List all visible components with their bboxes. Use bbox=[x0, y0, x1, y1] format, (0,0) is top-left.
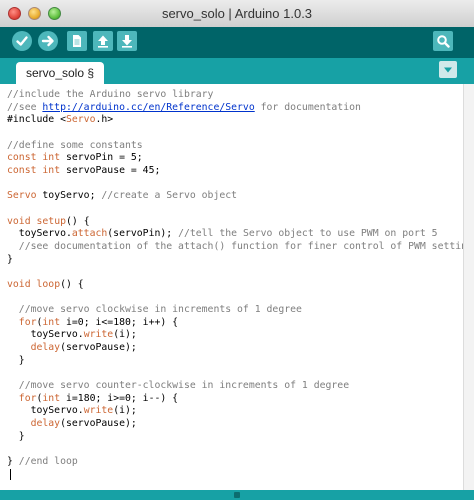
checkmark-icon bbox=[16, 36, 28, 46]
code-line: for(int i=180; i>=0; i--) { bbox=[18, 392, 179, 404]
code-line: } bbox=[7, 354, 25, 366]
code-line: #include <Servo.h> bbox=[7, 114, 114, 126]
tab-bar: servo_solo § bbox=[0, 58, 474, 84]
code-line: const int servoPin = 5; bbox=[7, 152, 143, 164]
window-title: servo_solo | Arduino 1.0.3 bbox=[161, 6, 313, 21]
code-editor[interactable]: //include the Arduino servo library //se… bbox=[0, 84, 463, 490]
code-line: } bbox=[7, 430, 25, 442]
code-line: toyServo.write(i); bbox=[7, 405, 137, 417]
code-text: //include the Arduino servo library //se… bbox=[7, 89, 463, 469]
code-line: for(int i=0; i<=180; i++) { bbox=[18, 316, 179, 328]
editor-scrollbar[interactable] bbox=[463, 84, 474, 490]
code-line: //move servo clockwise in increments of … bbox=[18, 304, 302, 316]
serial-monitor-button[interactable] bbox=[433, 31, 453, 51]
code-line: delay(servoPause); bbox=[30, 342, 137, 354]
open-arrow-up-icon bbox=[98, 35, 108, 48]
code-line: const int servoPause = 45; bbox=[7, 164, 161, 176]
code-line: } bbox=[7, 253, 13, 265]
serial-monitor-search-icon bbox=[437, 35, 450, 48]
chevron-down-icon bbox=[444, 67, 452, 72]
code-line: } //end loop bbox=[7, 456, 78, 468]
code-line: void loop() { bbox=[7, 278, 84, 290]
arduino-ide-window: servo_solo | Arduino 1.0.3 servo_solo § … bbox=[0, 0, 474, 500]
code-line: void setup() { bbox=[7, 215, 90, 227]
code-line: //include the Arduino servo library bbox=[7, 89, 214, 100]
code-line: toyServo.write(i); bbox=[7, 329, 137, 341]
toolbar bbox=[0, 27, 474, 58]
arrow-right-icon bbox=[41, 35, 54, 47]
save-sketch-button[interactable] bbox=[117, 31, 137, 51]
code-line: delay(servoPause); bbox=[30, 418, 137, 430]
tab-menu-button[interactable] bbox=[439, 61, 457, 78]
save-arrow-down-icon bbox=[122, 35, 132, 48]
tab-servo-solo[interactable]: servo_solo § bbox=[16, 62, 104, 84]
code-line: Servo toyServo; //create a Servo object bbox=[7, 190, 238, 202]
upload-button[interactable] bbox=[38, 31, 58, 51]
code-line: //see http://arduino.cc/en/Reference/Ser… bbox=[7, 101, 361, 113]
code-line: //see documentation of the attach() func… bbox=[18, 240, 463, 252]
new-sketch-button[interactable] bbox=[67, 31, 87, 51]
code-line: toyServo.attach(servoPin); //tell the Se… bbox=[7, 228, 438, 240]
open-sketch-button[interactable] bbox=[93, 31, 113, 51]
code-line: //define some constants bbox=[7, 139, 143, 151]
title-bar[interactable]: servo_solo | Arduino 1.0.3 bbox=[0, 0, 474, 28]
resize-handle[interactable] bbox=[234, 492, 240, 498]
new-document-icon bbox=[73, 35, 81, 47]
verify-button[interactable] bbox=[12, 31, 32, 51]
code-line: //move servo counter-clockwise in increm… bbox=[18, 380, 350, 392]
status-bar bbox=[0, 490, 474, 500]
text-cursor bbox=[10, 469, 11, 480]
